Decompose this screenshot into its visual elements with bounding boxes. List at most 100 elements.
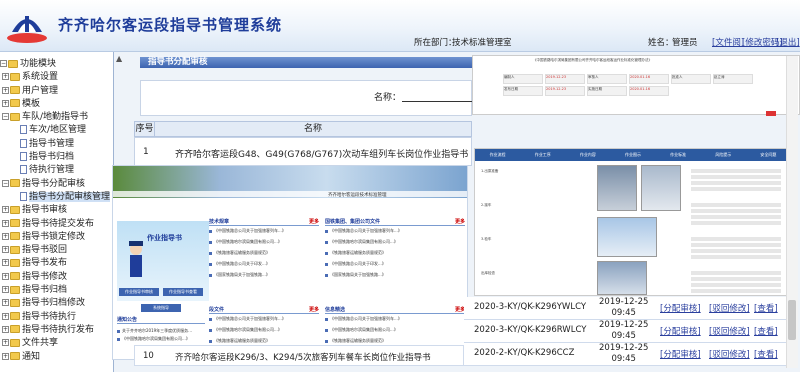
- sidebar-item[interactable]: + 指导书审核: [0, 204, 113, 217]
- expand-icon[interactable]: +: [2, 299, 9, 307]
- sidebar-item-label: 指导书发布: [22, 258, 68, 269]
- list-item[interactable]: 《中国铁路哈尔滨局集团有限公司...》: [209, 327, 319, 333]
- table-header: 序号 名称: [134, 121, 472, 137]
- sidebar-item[interactable]: + 指导书驳回: [0, 244, 113, 257]
- sidebar-item[interactable]: + 模板: [0, 98, 113, 111]
- table-row[interactable]: 1 齐齐哈尔客运段G48、G49(G768/G767)次动车组列车长岗位作业指导…: [134, 137, 472, 166]
- expand-icon[interactable]: +: [2, 259, 9, 267]
- view-button[interactable]: 作业指导书查看: [163, 288, 203, 296]
- collapse-icon[interactable]: −: [2, 113, 9, 121]
- list-item[interactable]: 《中国铁路总公司关于加强旅客列车...》: [209, 228, 319, 234]
- reject-edit-link[interactable]: [驳回修改]: [709, 302, 750, 314]
- expand-icon[interactable]: +: [2, 206, 9, 214]
- sidebar-item[interactable]: + 指导书发布: [0, 257, 113, 270]
- list-item[interactable]: 《铁路旅客运输服务质量规范》: [325, 338, 465, 344]
- sidebar-item[interactable]: 指导书归档: [0, 151, 113, 164]
- sidebar-item[interactable]: + 文件共享: [0, 337, 113, 350]
- folder-icon: [10, 112, 20, 121]
- sidebar-item[interactable]: 指导书分配审核管理: [0, 191, 113, 204]
- expand-icon[interactable]: +: [2, 286, 9, 294]
- folder-icon: [10, 245, 20, 254]
- list-item[interactable]: 《中国铁路总公司关于加强旅客列车...》: [209, 316, 319, 322]
- table-row[interactable]: 10 齐齐哈尔客运段K296/3、K294/5次旅客列车餐车长岗位作业指导书: [134, 345, 464, 366]
- list-item[interactable]: 《国家铁路局关于加强铁路...》: [209, 272, 319, 278]
- list-item[interactable]: 《铁路旅客运输服务质量规范》: [325, 250, 465, 256]
- sidebar-item[interactable]: + 指导书修改: [0, 271, 113, 284]
- expand-icon[interactable]: +: [2, 86, 9, 94]
- document-icon: [20, 152, 27, 162]
- sidebar-item-label: 指导书修改: [22, 271, 68, 282]
- document-icon: [20, 165, 27, 175]
- logout-link[interactable]: [退出]: [776, 36, 800, 48]
- sidebar-item[interactable]: + 指导书归档: [0, 284, 113, 297]
- sidebar-item[interactable]: − 指导书分配审核: [0, 178, 113, 191]
- scrollbar-thumb[interactable]: [788, 300, 796, 340]
- sidebar-item-label: 车队/地勤指导书: [22, 112, 89, 123]
- list-item[interactable]: 《中国铁路哈尔滨局集团有限公司...》: [325, 327, 465, 333]
- file-read-link[interactable]: [文件阅]: [712, 36, 744, 48]
- list-item[interactable]: 《中国铁路总公司关于印发...》: [325, 261, 465, 267]
- folder-icon: [10, 325, 20, 334]
- expand-icon[interactable]: +: [2, 325, 9, 333]
- table-row[interactable]: 2020-3-KY/QK-K296RWLCY 2019-12-25 09:45 [分配…: [464, 320, 794, 343]
- expand-icon[interactable]: +: [2, 339, 9, 347]
- expand-icon[interactable]: +: [2, 219, 9, 227]
- instruction-text: [691, 169, 781, 173]
- guide-button[interactable]: 系统指导: [141, 304, 181, 312]
- folder-icon: [10, 179, 20, 188]
- sidebar-item[interactable]: + 指导书待提交发布: [0, 218, 113, 231]
- folder-icon: [10, 352, 20, 361]
- list-item[interactable]: 《国家铁路局关于加强铁路...》: [325, 272, 465, 278]
- assign-review-link[interactable]: [分配审核]: [660, 348, 701, 360]
- app-title: 齐齐哈尔客运段指导书管理系统: [58, 16, 283, 34]
- reject-edit-link[interactable]: [驳回修改]: [709, 348, 750, 360]
- sidebar-item[interactable]: + 通知: [0, 351, 113, 364]
- reject-edit-link[interactable]: [驳回修改]: [709, 325, 750, 337]
- sidebar-item[interactable]: + 指导书归档修改: [0, 297, 113, 310]
- list-item[interactable]: 《铁路旅客运输服务质量规范》: [209, 250, 319, 256]
- view-link[interactable]: [查看]: [754, 325, 778, 337]
- expand-icon[interactable]: +: [2, 99, 9, 107]
- expand-icon[interactable]: +: [2, 246, 9, 254]
- expand-icon[interactable]: +: [2, 272, 9, 280]
- scroll-up-icon[interactable]: ▲: [116, 54, 126, 64]
- expand-icon[interactable]: +: [2, 352, 9, 360]
- news-item[interactable]: 《中国铁路哈尔滨局集团有限公司...》: [117, 336, 205, 342]
- table-row[interactable]: 2020-3-KY/QK-K296YWLCY 2019-12-25 09:45 [分配…: [464, 297, 794, 320]
- sidebar-item[interactable]: 车次/地区管理: [0, 124, 113, 137]
- sidebar-item[interactable]: 指导书管理: [0, 138, 113, 151]
- news-item[interactable]: 关于齐齐哈尔2019年三季度优质服务...: [117, 328, 205, 334]
- sidebar-item[interactable]: + 系统设置: [0, 71, 113, 84]
- row-date: 2019-12-25: [599, 297, 649, 307]
- view-link[interactable]: [查看]: [754, 302, 778, 314]
- table-row[interactable]: 2020-2-KY/QK-K296CCZ 2019-12-25 09:45 [分配审核…: [464, 343, 794, 366]
- search-panel: [140, 80, 472, 116]
- sidebar-item[interactable]: + 用户管理: [0, 85, 113, 98]
- folder-icon: [10, 232, 20, 241]
- search-input[interactable]: [402, 101, 472, 102]
- sidebar-item-label: 用户管理: [22, 85, 59, 96]
- expand-icon[interactable]: +: [2, 232, 9, 240]
- assign-review-link[interactable]: [分配审核]: [660, 302, 701, 314]
- sidebar-item[interactable]: + 指导书待执行发布: [0, 324, 113, 337]
- row-datetime: 2019-12-25 09:45: [599, 343, 648, 365]
- list-item[interactable]: 《中国铁路总公司关于加强旅客列车...》: [325, 228, 465, 234]
- list-item[interactable]: 《铁路旅客运输服务质量规范》: [209, 338, 319, 344]
- assign-review-link[interactable]: [分配审核]: [660, 325, 701, 337]
- expand-icon[interactable]: +: [2, 73, 9, 81]
- expand-icon[interactable]: +: [2, 312, 9, 320]
- sidebar-item[interactable]: 待执行管理: [0, 164, 113, 177]
- list-item[interactable]: 《中国铁路总公司关于加强旅客列车...》: [325, 316, 465, 322]
- tree-root[interactable]: − 功能模块: [0, 58, 113, 71]
- list-item[interactable]: 《中国铁路哈尔滨局集团有限公司...》: [325, 239, 465, 245]
- view-link[interactable]: [查看]: [754, 348, 778, 360]
- sidebar-item[interactable]: + 指导书锁定修改: [0, 231, 113, 244]
- list-item[interactable]: 《中国铁路哈尔滨局集团有限公司...》: [209, 239, 319, 245]
- sidebar-item[interactable]: + 指导书待执行: [0, 311, 113, 324]
- collapse-icon[interactable]: −: [0, 60, 7, 67]
- sidebar-item[interactable]: − 车队/地勤指导书: [0, 111, 113, 124]
- review-button[interactable]: 作业指导书审核: [119, 288, 159, 296]
- collapse-icon[interactable]: −: [2, 179, 9, 187]
- folder-icon: [10, 338, 20, 347]
- list-item[interactable]: 《中国铁路总公司关于印发...》: [209, 261, 319, 267]
